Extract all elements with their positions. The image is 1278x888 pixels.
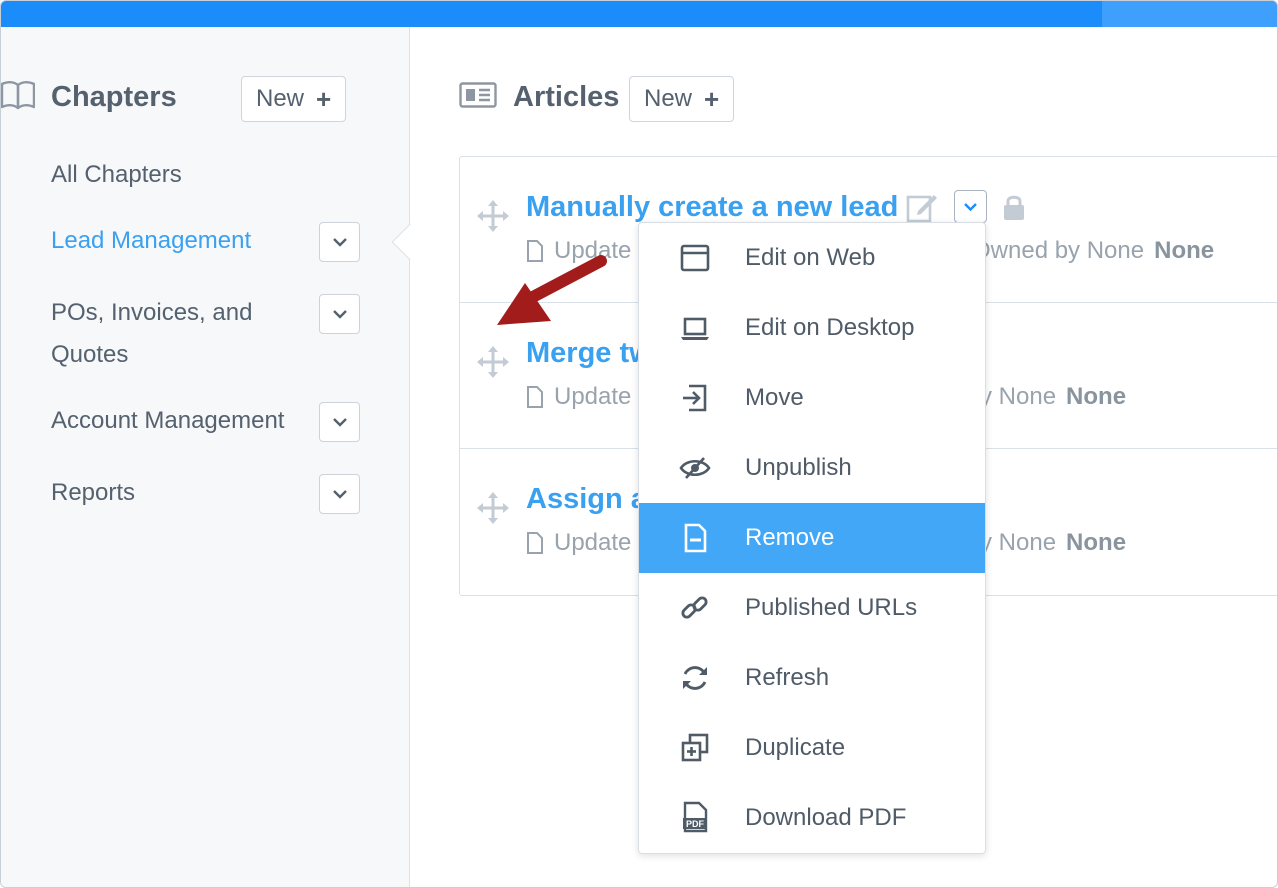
chapter-reports-dropdown-button[interactable] <box>319 474 360 514</box>
chapters-header: Chapters <box>1 79 177 116</box>
article-owner: y None None <box>980 529 1127 556</box>
menu-item-duplicate[interactable]: Duplicate <box>639 713 985 783</box>
newspaper-icon <box>459 82 497 113</box>
menu-item-label: Published URLs <box>745 594 918 621</box>
article-updated: Update <box>554 383 632 410</box>
menu-item-label: Edit on Web <box>745 244 876 271</box>
menu-item-label: Download PDF <box>745 804 907 831</box>
link-icon <box>681 596 708 619</box>
article-owner: Owned by None None <box>972 237 1215 264</box>
app-window: Chapters New + All Chapters Lead Managem… <box>0 0 1278 888</box>
menu-item-label: Remove <box>745 524 835 551</box>
menu-item-label: Move <box>745 384 804 411</box>
article-actions-dropdown-button[interactable] <box>954 190 987 223</box>
owner-value: None <box>1066 529 1127 556</box>
plus-icon: + <box>316 83 332 114</box>
document-icon <box>527 386 543 408</box>
chapter-item-all[interactable]: All Chapters <box>51 154 182 196</box>
refresh-icon <box>683 666 707 690</box>
article-updated: Update <box>554 529 632 556</box>
book-icon <box>1 79 36 116</box>
menu-item-unpublish[interactable]: Unpublish <box>639 433 985 503</box>
laptop-icon <box>681 317 709 340</box>
chevron-down-icon <box>332 489 347 499</box>
lock-icon <box>1004 195 1024 220</box>
pdf-icon: PDF <box>683 801 708 833</box>
article-actions-menu: Edit on Web Edit on Desktop Move Unpubli… <box>638 222 986 854</box>
chapter-pos-dropdown-button[interactable] <box>319 294 360 334</box>
menu-item-move[interactable]: Move <box>639 363 985 433</box>
new-chapter-label: New <box>256 85 305 112</box>
chapter-item-account-management[interactable]: Account Management <box>51 400 284 442</box>
chapter-item-reports[interactable]: Reports <box>51 472 135 514</box>
chapter-label: Reports <box>51 479 136 506</box>
chapter-item-pos-invoices-quotes[interactable]: POs, Invoices, and Quotes <box>51 292 252 376</box>
menu-item-label: Edit on Desktop <box>745 314 915 341</box>
menu-item-published-urls[interactable]: Published URLs <box>639 573 985 643</box>
new-article-label: New <box>644 85 693 112</box>
article-title-link[interactable]: Merge tw <box>526 337 652 370</box>
chapter-lead-management-dropdown-button[interactable] <box>319 222 360 262</box>
menu-item-remove[interactable]: Remove <box>639 503 985 573</box>
menu-item-download-pdf[interactable]: PDF Download PDF <box>639 783 985 853</box>
owner-value: None <box>1154 237 1215 264</box>
article-meta: Update <box>526 529 631 557</box>
drag-handle-icon[interactable] <box>476 345 510 379</box>
menu-item-refresh[interactable]: Refresh <box>639 643 985 713</box>
new-article-button[interactable]: New + <box>629 76 735 122</box>
chapters-sidebar: Chapters New + All Chapters Lead Managem… <box>1 27 410 887</box>
article-title-link[interactable]: Assign a <box>526 483 647 516</box>
owner-value: None <box>1066 383 1127 410</box>
articles-header: Articles <box>459 81 619 114</box>
document-minus-icon <box>684 523 707 553</box>
chapter-label: Lead Management <box>51 227 252 254</box>
menu-item-edit-on-desktop[interactable]: Edit on Desktop <box>639 293 985 363</box>
menu-item-label: Refresh <box>745 664 830 691</box>
articles-title: Articles <box>513 81 620 113</box>
article-meta: Update <box>526 383 631 411</box>
top-bar-segment <box>1101 1 1277 27</box>
browser-window-icon <box>680 244 710 272</box>
chapters-title: Chapters <box>51 81 177 113</box>
menu-item-label: Duplicate <box>745 734 846 761</box>
drag-handle-icon[interactable] <box>476 491 510 525</box>
edit-icon[interactable] <box>906 191 938 223</box>
chevron-down-icon <box>332 417 347 427</box>
article-owner: y None None <box>980 383 1127 410</box>
chapter-item-lead-management[interactable]: Lead Management <box>51 220 251 262</box>
duplicate-icon <box>681 733 709 762</box>
chevron-down-icon <box>964 202 977 211</box>
article-title-link[interactable]: Manually create a new lead <box>526 191 898 224</box>
menu-item-edit-on-web[interactable]: Edit on Web <box>639 223 985 293</box>
chapter-account-dropdown-button[interactable] <box>319 402 360 442</box>
chapter-label: Account Management <box>51 407 285 434</box>
drag-handle-icon[interactable] <box>476 199 510 233</box>
eye-slash-icon <box>679 457 711 479</box>
menu-item-label: Unpublish <box>745 454 852 481</box>
chapter-label-line2: Quotes <box>51 341 129 368</box>
plus-icon: + <box>704 83 720 114</box>
chapter-label: POs, Invoices, and <box>51 299 253 326</box>
annotation-arrow-icon <box>497 255 607 325</box>
chevron-down-icon <box>332 237 347 247</box>
pdf-badge-text: PDF <box>686 819 705 829</box>
document-icon <box>527 532 543 554</box>
top-bar <box>1 1 1277 27</box>
chapter-label: All Chapters <box>51 161 182 188</box>
move-in-icon <box>683 384 707 412</box>
chevron-down-icon <box>332 309 347 319</box>
new-chapter-button[interactable]: New + <box>241 76 347 122</box>
